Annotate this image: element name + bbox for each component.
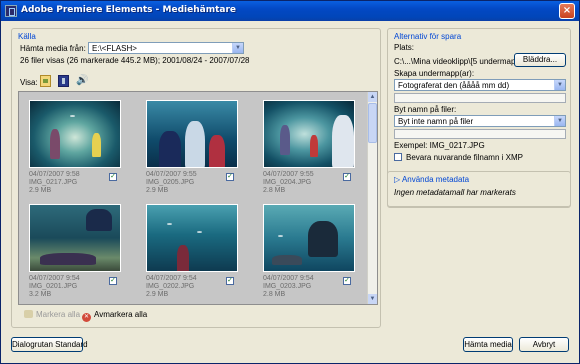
thumbnail-meta: 04/07/2007 9:58 IMG_0217.JPG 2.9 MB: [29, 171, 80, 194]
chevron-down-icon[interactable]: ▼: [232, 43, 243, 53]
close-button[interactable]: ×: [559, 3, 575, 19]
thumbnail-checkbox[interactable]: ✓: [226, 173, 234, 181]
rename-label: Byt namn på filer:: [394, 105, 457, 114]
thumbnail-tile[interactable]: 04/07/2007 9:54 IMG_0201.JPG 3.2 MB ✓: [29, 204, 125, 304]
thumbnail-tile[interactable]: 04/07/2007 9:55 IMG_0205.JPG 2.9 MB ✓: [146, 100, 242, 202]
thumbnail-meta: 04/07/2007 9:54 IMG_0203.JPG 2.8 MB: [263, 275, 314, 298]
keep-filename-label: Bevara nuvarande filnamn i XMP: [406, 153, 523, 162]
thumbnail-tile[interactable]: 04/07/2007 9:54 IMG_0202.JPG 2.9 MB ✓: [146, 204, 242, 304]
photo-icon[interactable]: [40, 75, 51, 87]
source-panel: Källa Hämta media från: E:\<FLASH> ▼ 26 …: [11, 28, 381, 328]
select-all-button[interactable]: Markera alla: [24, 310, 80, 319]
thumbnail-checkbox[interactable]: ✓: [109, 173, 117, 181]
file-count-info: 26 filer visas (26 markerade 445.2 MB); …: [20, 56, 250, 65]
thumbnail-meta: 04/07/2007 9:55 IMG_0204.JPG 2.8 MB: [263, 171, 314, 194]
thumbnail-meta: 04/07/2007 9:54 IMG_0202.JPG 2.9 MB: [146, 275, 197, 298]
keep-filename-checkbox[interactable]: [394, 153, 402, 161]
source-dropdown[interactable]: E:\<FLASH> ▼: [88, 42, 244, 54]
scroll-up-icon[interactable]: ▲: [368, 92, 377, 102]
browse-button[interactable]: Bläddra...: [514, 53, 566, 67]
thumbnail-tile[interactable]: 04/07/2007 9:54 IMG_0203.JPG 2.8 MB ✓: [263, 204, 359, 304]
chevron-down-icon[interactable]: ▼: [554, 116, 565, 126]
video-icon[interactable]: [58, 75, 69, 87]
save-options-title: Alternativ för spara: [394, 32, 462, 41]
rename-dropdown[interactable]: Byt inte namn på filer ▼: [394, 115, 566, 127]
thumbnail-tile[interactable]: 04/07/2007 9:58 IMG_0217.JPG 2.9 MB ✓: [29, 100, 125, 202]
source-title: Källa: [18, 32, 36, 41]
thumbnail-tile[interactable]: 04/07/2007 9:55 IMG_0204.JPG 2.8 MB ✓: [263, 100, 359, 202]
location-label: Plats:: [394, 43, 415, 52]
metadata-panel: ▷ Använda metadata Ingen metadatamall ha…: [387, 171, 571, 207]
cancel-button[interactable]: Avbryt: [519, 337, 569, 352]
scroll-down-icon[interactable]: ▼: [368, 294, 377, 304]
rename-name-field[interactable]: [394, 129, 566, 139]
scrollbar-thumb[interactable]: [368, 103, 377, 143]
chevron-down-icon[interactable]: ▼: [554, 80, 565, 90]
thumbnail-grid: 04/07/2007 9:58 IMG_0217.JPG 2.9 MB ✓ 04…: [18, 91, 378, 305]
subfolder-label: Skapa undermapp(ar):: [394, 69, 475, 78]
get-media-button[interactable]: Hämta media: [463, 337, 513, 352]
thumbnail-image[interactable]: [146, 100, 238, 168]
thumbnail-checkbox[interactable]: ✓: [226, 277, 234, 285]
thumbnail-image[interactable]: [29, 204, 121, 272]
thumbnail-image[interactable]: [29, 100, 121, 168]
media-downloader-window: Adobe Premiere Elements - Mediehämtare ×…: [0, 0, 580, 364]
thumbnail-image[interactable]: [263, 100, 355, 168]
thumbnail-image[interactable]: [146, 204, 238, 272]
fetch-media-label: Hämta media från:: [20, 44, 86, 53]
thumbnail-checkbox[interactable]: ✓: [109, 277, 117, 285]
thumbnail-meta: 04/07/2007 9:54 IMG_0201.JPG 3.2 MB: [29, 275, 80, 298]
source-dropdown-value: E:\<FLASH>: [92, 44, 137, 53]
show-label: Visa:: [20, 78, 38, 87]
metadata-note: Ingen metadatamall har markerats: [394, 188, 516, 197]
example-text: Exempel: IMG_0217.JPG: [394, 141, 485, 150]
deselect-all-button[interactable]: ✕ Avmarkera alla: [82, 310, 147, 322]
thumbnail-checkbox[interactable]: ✓: [343, 173, 351, 181]
select-all-icon: [24, 310, 33, 318]
vertical-scrollbar[interactable]: ▲ ▼: [367, 92, 377, 304]
window-title: Adobe Premiere Elements - Mediehämtare: [21, 5, 237, 15]
subfolder-name-field[interactable]: [394, 93, 566, 103]
metadata-toggle[interactable]: ▷ Använda metadata: [394, 175, 469, 184]
location-path: C:\...\Mina videoklipp\[5 undermappar]: [394, 57, 530, 66]
premiere-app-icon: [5, 5, 17, 17]
thumbnail-checkbox[interactable]: ✓: [343, 277, 351, 285]
audio-icon[interactable]: 🔊: [76, 75, 88, 87]
subfolder-dropdown[interactable]: Fotograferat den (åååå mm dd) ▼: [394, 79, 566, 91]
title-bar[interactable]: Adobe Premiere Elements - Mediehämtare ×: [1, 1, 579, 21]
standard-dialog-button[interactable]: Dialogrutan Standard: [11, 337, 88, 352]
thumbnail-image[interactable]: [263, 204, 355, 272]
deselect-all-icon: ✕: [82, 313, 91, 322]
thumbnail-meta: 04/07/2007 9:55 IMG_0205.JPG 2.9 MB: [146, 171, 197, 194]
